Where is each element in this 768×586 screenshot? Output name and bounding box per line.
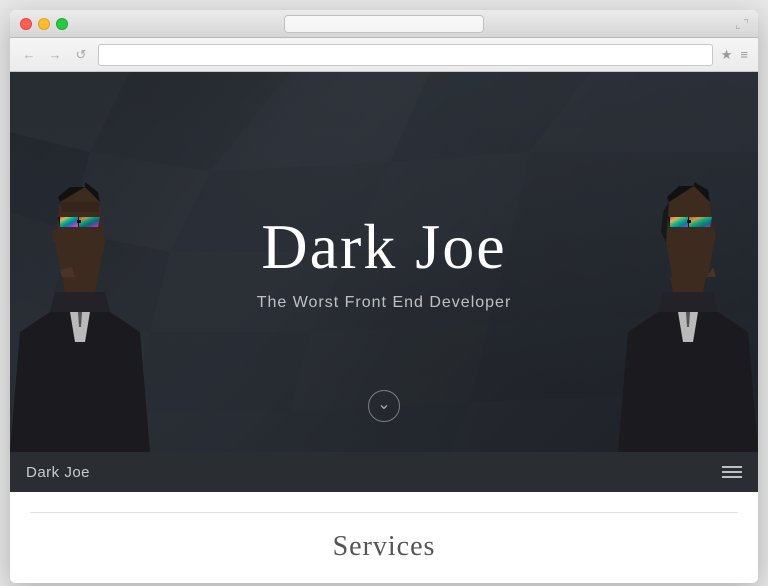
hero-section: Dark Joe The Worst Front End Developer <box>10 72 758 452</box>
mac-window: ← → ↺ ★ ≡ <box>10 10 758 583</box>
hamburger-line-3 <box>722 476 742 478</box>
browser-toolbar: ← → ↺ ★ ≡ <box>10 38 758 72</box>
address-bar-display <box>284 15 484 33</box>
sticky-nav: Dark Joe <box>10 452 758 492</box>
hero-text: Dark Joe The Worst Front End Developer <box>257 212 512 312</box>
title-bar <box>10 10 758 38</box>
services-section: Services <box>10 492 758 583</box>
resize-icon <box>736 19 748 29</box>
character-right <box>598 112 758 452</box>
services-divider <box>30 512 738 513</box>
hamburger-menu[interactable] <box>722 466 742 478</box>
traffic-lights <box>20 18 68 30</box>
hamburger-line-2 <box>722 471 742 473</box>
title-bar-center <box>284 15 484 33</box>
minimize-button[interactable] <box>38 18 50 30</box>
bookmark-icon[interactable]: ★ <box>721 47 733 63</box>
back-button[interactable]: ← <box>20 46 38 64</box>
forward-button[interactable]: → <box>46 46 64 64</box>
toolbar-right: ★ ≡ <box>721 47 748 63</box>
character-left <box>10 112 170 452</box>
browser-menu-icon[interactable]: ≡ <box>740 47 748 62</box>
services-title: Services <box>333 531 436 563</box>
nav-brand: Dark Joe <box>26 464 90 481</box>
close-button[interactable] <box>20 18 32 30</box>
hamburger-line-1 <box>722 466 742 468</box>
url-bar[interactable] <box>98 44 713 66</box>
title-bar-right <box>736 19 748 29</box>
hero-subtitle: The Worst Front End Developer <box>257 294 512 312</box>
hero-title: Dark Joe <box>257 212 512 282</box>
maximize-button[interactable] <box>56 18 68 30</box>
refresh-button[interactable]: ↺ <box>72 46 90 64</box>
scroll-indicator[interactable] <box>368 390 400 422</box>
